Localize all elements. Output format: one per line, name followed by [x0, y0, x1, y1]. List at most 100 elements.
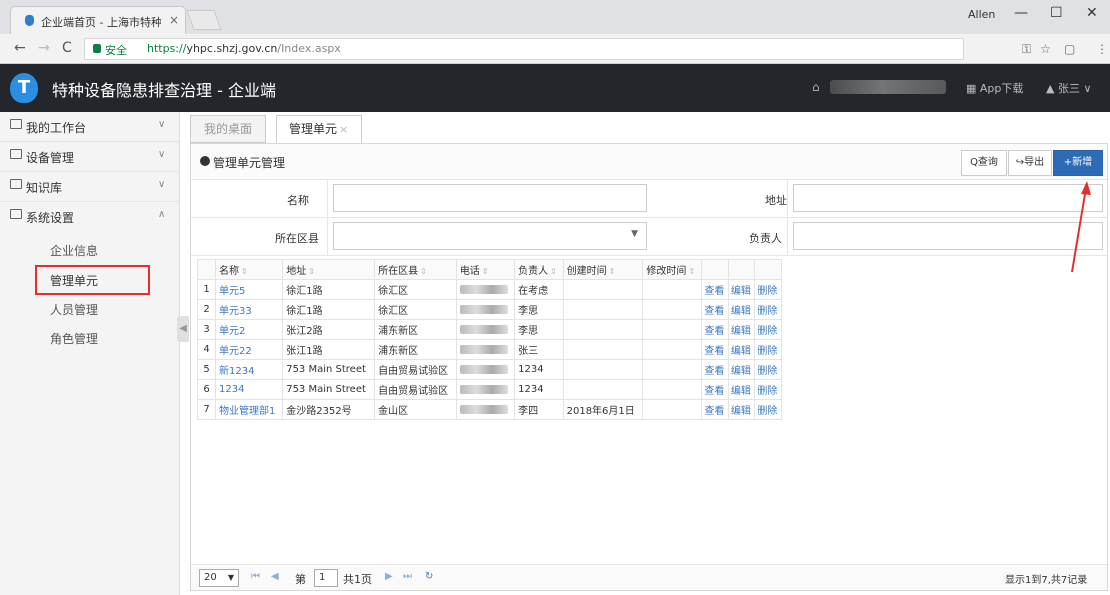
- column-header-owner[interactable]: 负责人 ⇕: [514, 259, 564, 280]
- export-button[interactable]: ↪导出: [1008, 150, 1052, 176]
- table-row[interactable]: 3 单元2 张江2路 浦东新区 李思 查看 编辑 删除: [197, 319, 782, 340]
- folder-icon: [10, 149, 22, 159]
- user-menu[interactable]: ▲ 张三 ∨: [1046, 80, 1092, 96]
- delete-button[interactable]: 删除: [754, 279, 782, 300]
- record-info: 显示1到7,共7记录: [1005, 575, 1088, 586]
- delete-button[interactable]: 删除: [754, 399, 782, 420]
- cell-name[interactable]: 单元22: [214, 339, 284, 360]
- cell-name[interactable]: 新1234: [214, 359, 284, 380]
- sidebar-menu-settings[interactable]: 系统设置 ∧: [0, 202, 180, 232]
- tab-desktop[interactable]: 我的桌面: [190, 115, 266, 143]
- refresh-icon[interactable]: ↻: [425, 571, 433, 582]
- column-header-phone[interactable]: 电话 ⇕: [455, 259, 516, 280]
- table-row[interactable]: 5 新1234 753 Main Street 自由贸易试验区 1234 查看 编辑 删除: [197, 359, 782, 380]
- sort-icon: ⇕: [688, 267, 696, 276]
- cell-name[interactable]: 单元2: [214, 319, 284, 340]
- view-button[interactable]: 查看: [701, 379, 729, 400]
- edit-button[interactable]: 编辑: [727, 319, 756, 340]
- column-header-modified[interactable]: 修改时间 ⇕: [642, 259, 703, 280]
- table-row[interactable]: 2 单元33 徐汇1路 徐汇区 李思 查看 编辑 删除: [197, 299, 782, 320]
- home-icon[interactable]: ⌂: [812, 80, 820, 94]
- close-window-icon[interactable]: ✕: [1086, 5, 1098, 21]
- page-size-select[interactable]: 20 ▼: [199, 569, 239, 587]
- column-header-address[interactable]: 地址 ⇕: [282, 259, 376, 280]
- sidebar-menu-workbench[interactable]: 我的工作台 ∨: [0, 112, 180, 142]
- add-button[interactable]: +新增: [1053, 150, 1103, 176]
- sidebar-item-roles[interactable]: 角色管理: [50, 330, 98, 347]
- cell-name[interactable]: 单元33: [214, 299, 284, 320]
- column-header-name[interactable]: 名称 ⇕: [214, 259, 284, 280]
- app-download-link[interactable]: ▦ App下载: [966, 80, 1023, 96]
- delete-button[interactable]: 删除: [754, 299, 782, 320]
- address-toolbar: ← → C 安全 https://yhpc.shzj.gov.cn/Index.…: [0, 34, 1110, 64]
- district-select[interactable]: ▼: [333, 222, 647, 250]
- owner-input[interactable]: [793, 222, 1103, 250]
- cell-modified: [642, 319, 703, 340]
- edit-button[interactable]: 编辑: [727, 399, 756, 420]
- url-bar[interactable]: 安全 https://yhpc.shzj.gov.cn/Index.aspx: [84, 38, 964, 60]
- back-icon[interactable]: ←: [14, 40, 26, 56]
- sidebar-item-personnel[interactable]: 人员管理: [50, 301, 98, 318]
- shield-icon: [25, 15, 34, 26]
- view-button[interactable]: 查看: [701, 359, 729, 380]
- page-number-input[interactable]: 1: [314, 569, 338, 587]
- table-row[interactable]: 1 单元5 徐汇1路 徐汇区 在考虑 查看 编辑 删除: [197, 279, 782, 300]
- view-button[interactable]: 查看: [701, 399, 729, 420]
- next-page-icon[interactable]: ▶: [385, 571, 393, 582]
- view-button[interactable]: 查看: [701, 319, 729, 340]
- maximize-icon[interactable]: ☐: [1050, 5, 1063, 21]
- view-button[interactable]: 查看: [701, 279, 729, 300]
- tab-management-unit[interactable]: 管理单元 ×: [276, 115, 362, 143]
- browser-menu-icon[interactable]: ⋮: [1096, 42, 1108, 56]
- new-tab-button[interactable]: [186, 10, 222, 30]
- table-row[interactable]: 7 物业管理部1 金沙路2352号 金山区 李四 2018年6月1日 查看 编辑 删除: [197, 399, 782, 420]
- star-icon[interactable]: ☆: [1040, 42, 1051, 56]
- cell-phone: [455, 359, 516, 380]
- collapse-sidebar-icon[interactable]: ◀: [177, 316, 189, 342]
- folder-icon: [10, 179, 22, 189]
- address-input[interactable]: [793, 184, 1103, 212]
- edit-button[interactable]: 编辑: [727, 359, 756, 380]
- prev-page-icon[interactable]: ◀: [271, 571, 279, 582]
- sort-icon: ⇕: [550, 267, 557, 276]
- delete-button[interactable]: 删除: [754, 319, 782, 340]
- query-button[interactable]: Q查询: [961, 150, 1007, 176]
- sidebar-menu-equipment[interactable]: 设备管理 ∨: [0, 142, 180, 172]
- forward-icon[interactable]: →: [38, 40, 50, 56]
- column-header-created[interactable]: 创建时间 ⇕: [562, 259, 644, 280]
- delete-button[interactable]: 删除: [754, 339, 782, 360]
- name-input[interactable]: [333, 184, 647, 212]
- edit-button[interactable]: 编辑: [727, 299, 756, 320]
- close-tab-icon[interactable]: ×: [169, 13, 179, 27]
- column-header-district[interactable]: 所在区县 ⇕: [374, 259, 457, 280]
- cell-name[interactable]: 物业管理部1: [214, 399, 284, 420]
- edit-button[interactable]: 编辑: [727, 279, 756, 300]
- name-label: 名称: [287, 194, 309, 207]
- first-page-icon[interactable]: ⏮: [251, 571, 260, 582]
- delete-button[interactable]: 删除: [754, 359, 782, 380]
- cell-created: [562, 359, 644, 380]
- sidebar-menu-knowledge[interactable]: 知识库 ∨: [0, 172, 180, 202]
- close-icon[interactable]: ×: [339, 123, 348, 136]
- cell-created: [562, 319, 644, 340]
- edit-button[interactable]: 编辑: [727, 379, 756, 400]
- browser-profile[interactable]: Allen: [968, 8, 995, 21]
- cell-name[interactable]: 单元5: [214, 279, 284, 300]
- view-button[interactable]: 查看: [701, 339, 729, 360]
- sidebar-item-company-info[interactable]: 企业信息: [50, 242, 98, 259]
- cell-name[interactable]: 1234: [214, 379, 284, 400]
- minimize-icon[interactable]: —: [1014, 5, 1028, 21]
- edit-button[interactable]: 编辑: [727, 339, 756, 360]
- table-row[interactable]: 4 单元22 张江1路 浦东新区 张三 查看 编辑 删除: [197, 339, 782, 360]
- cell-created: [562, 299, 644, 320]
- delete-button[interactable]: 删除: [754, 379, 782, 400]
- browser-tab[interactable]: 企业端首页 - 上海市特种 ×: [10, 6, 186, 34]
- reload-icon[interactable]: C: [62, 40, 72, 56]
- key-icon[interactable]: ⚿: [1022, 42, 1031, 57]
- last-page-icon[interactable]: ⏭: [403, 571, 412, 582]
- extension-icon[interactable]: ▢: [1064, 42, 1075, 56]
- table-row[interactable]: 6 1234 753 Main Street 自由贸易试验区 1234 查看 编辑 删除: [197, 379, 782, 400]
- chevron-down-icon: ∨: [158, 179, 166, 190]
- view-button[interactable]: 查看: [701, 299, 729, 320]
- cell-district: 浦东新区: [374, 339, 457, 360]
